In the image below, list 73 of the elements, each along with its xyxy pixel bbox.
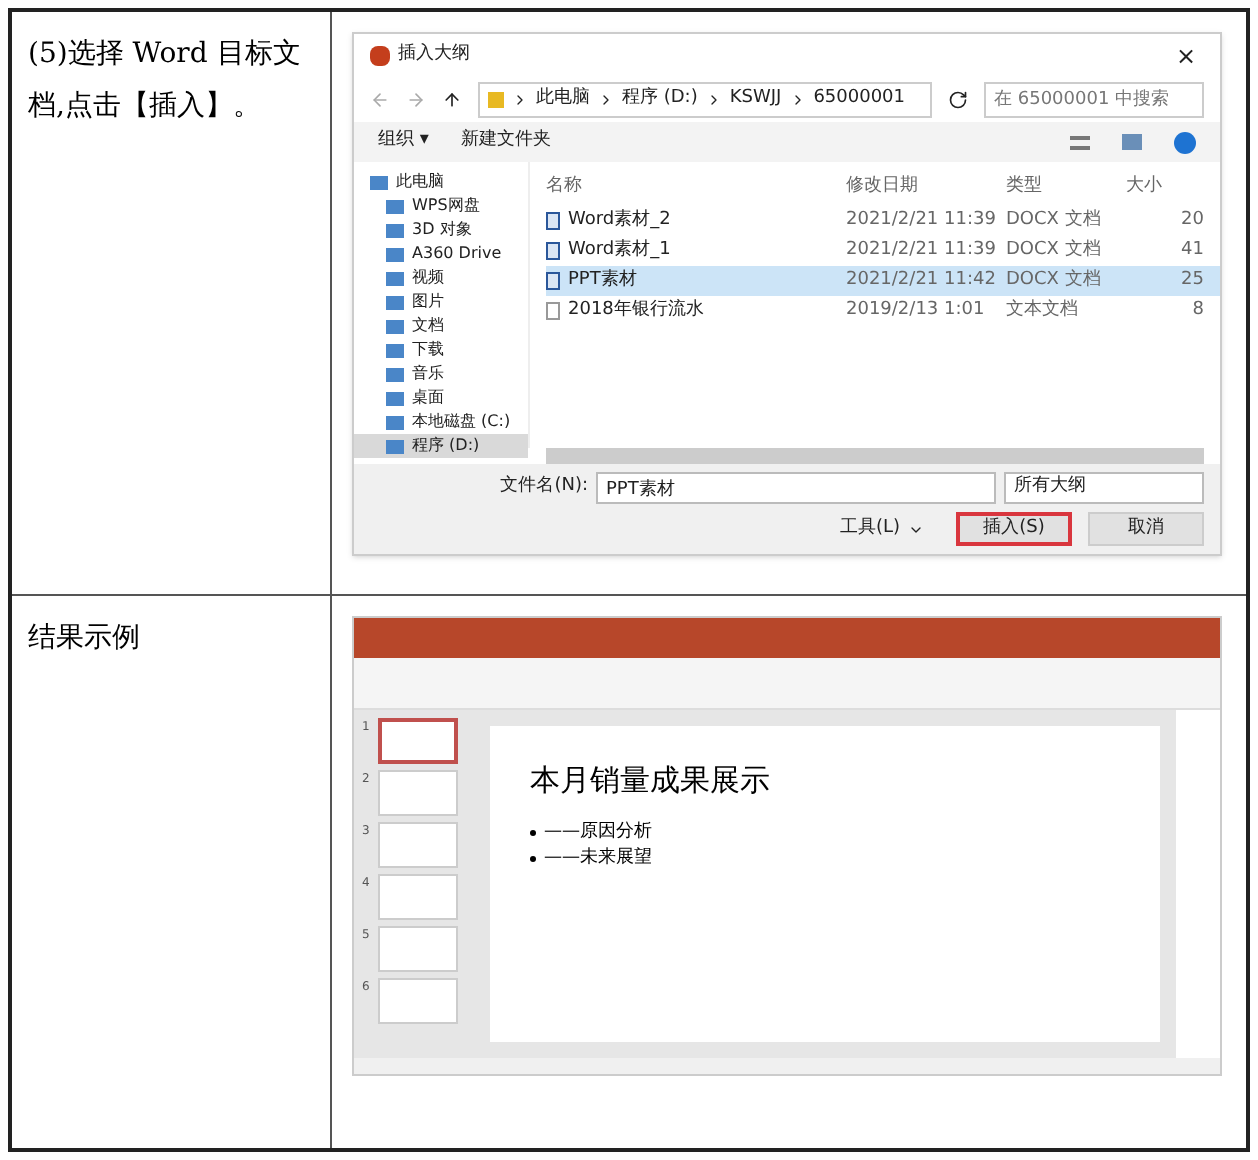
file-type: DOCX 文档	[1006, 207, 1103, 234]
filename-field[interactable]: PPT素材	[596, 472, 996, 504]
folder-tree-item[interactable]: 文档	[354, 314, 528, 338]
folder-tree-item[interactable]: 视频	[354, 266, 528, 290]
chevron-icon	[512, 92, 528, 108]
folder-tree-item[interactable]: 3D 对象	[354, 218, 528, 242]
file-row[interactable]: Word素材_2 2021/2/21 11:39 DOCX 文档 20	[546, 206, 1220, 236]
up-icon[interactable]	[442, 90, 462, 110]
file-date: 2019/2/13 1:01	[846, 297, 987, 324]
file-type: 文本文档	[1006, 297, 1080, 324]
file-date: 2021/2/21 11:42	[846, 267, 998, 294]
dialog-button[interactable]: 插入(S)	[956, 512, 1072, 546]
result-label: 结果示例	[28, 622, 140, 654]
file-row[interactable]: PPT素材 2021/2/21 11:42 DOCX 文档 25	[546, 266, 1220, 296]
dialog-button[interactable]: 取消	[1088, 512, 1204, 546]
toolbar-button[interactable]: 新建文件夹	[460, 128, 551, 156]
file-name: 2018年银行流水	[568, 297, 704, 324]
forward-icon[interactable]	[406, 90, 426, 110]
app-icon	[370, 46, 390, 66]
filter-dropdown[interactable]: 所有大纲	[1004, 472, 1204, 504]
folder-tree-item[interactable]: 此电脑	[354, 170, 528, 194]
slide-thumbnail[interactable]	[377, 978, 458, 1024]
folder-tree-item[interactable]: 图片	[354, 290, 528, 314]
column-header[interactable]: 类型	[1006, 174, 1126, 202]
bullet-icon	[530, 829, 536, 836]
folder-tree-item[interactable]: WPS网盘	[354, 194, 528, 218]
column-header[interactable]: 大小	[1126, 174, 1220, 202]
slide-thumbnail[interactable]	[377, 770, 458, 816]
file-name: Word素材_1	[568, 237, 671, 264]
slide-bullet: ——原因分析	[530, 819, 1120, 846]
slide-title: 本月销量成果展示	[530, 760, 772, 802]
file-date: 2021/2/21 11:39	[846, 237, 998, 264]
instruction-text: (5)选择 Word 目标文档,点击【插入】。	[28, 36, 303, 126]
file-date: 2021/2/21 11:39	[846, 207, 998, 234]
folder-tree-item[interactable]: 本地磁盘 (C:)	[354, 410, 528, 434]
filename-label: 文件名(N):	[500, 474, 588, 501]
slide-thumbnail[interactable]	[377, 718, 458, 764]
close-button[interactable]: ×	[1167, 38, 1204, 74]
path-segment[interactable]: 此电脑	[536, 86, 590, 114]
file-row[interactable]: Word素材_1 2021/2/21 11:39 DOCX 文档 41	[546, 236, 1220, 266]
folder-tree-item[interactable]: 下载	[354, 338, 528, 362]
file-size: 20	[1179, 207, 1206, 234]
file-name: PPT素材	[568, 267, 637, 294]
toolbar-button[interactable]: 组织 ▾	[378, 128, 429, 156]
path-segment[interactable]: 程序 (D:)	[622, 86, 698, 114]
folder-tree-item[interactable]: 桌面	[354, 386, 528, 410]
file-name: Word素材_2	[568, 207, 671, 234]
bullet-icon	[530, 856, 536, 863]
slide-thumbnail[interactable]	[377, 926, 458, 972]
folder-tree-item[interactable]: 程序 (D:)	[354, 434, 528, 458]
path-segment[interactable]: 65000001	[813, 86, 905, 114]
file-row[interactable]: 2018年银行流水 2019/2/13 1:01 文本文档 8	[546, 296, 1220, 326]
search-field[interactable]: 在 65000001 中搜索	[984, 82, 1204, 118]
scrollbar[interactable]	[546, 448, 1204, 464]
chevron-icon	[598, 92, 614, 108]
path-segment[interactable]: KSWJJ	[729, 86, 782, 114]
refresh-icon[interactable]	[948, 90, 968, 110]
column-header[interactable]: 名称	[546, 174, 846, 202]
slide-bullet: ——未来展望	[530, 846, 1120, 873]
folder-tree-item[interactable]: 音乐	[354, 362, 528, 386]
back-icon[interactable]	[370, 90, 390, 110]
file-type: DOCX 文档	[1006, 267, 1103, 294]
file-size: 25	[1179, 267, 1206, 294]
address-bar[interactable]: 此电脑 程序 (D:) KSWJJ 65000001	[478, 82, 932, 118]
window-title: 插入大纲	[398, 42, 470, 69]
column-header[interactable]: 修改日期	[846, 174, 1006, 202]
file-size: 8	[1190, 297, 1206, 324]
tools-button[interactable]: 工具(L)	[839, 515, 924, 543]
slide-thumbnail[interactable]	[377, 822, 458, 868]
slide-thumbnail[interactable]	[377, 874, 458, 920]
file-type: DOCX 文档	[1006, 237, 1103, 264]
file-size: 41	[1179, 237, 1206, 264]
folder-tree-item[interactable]: A360 Drive	[354, 242, 528, 266]
